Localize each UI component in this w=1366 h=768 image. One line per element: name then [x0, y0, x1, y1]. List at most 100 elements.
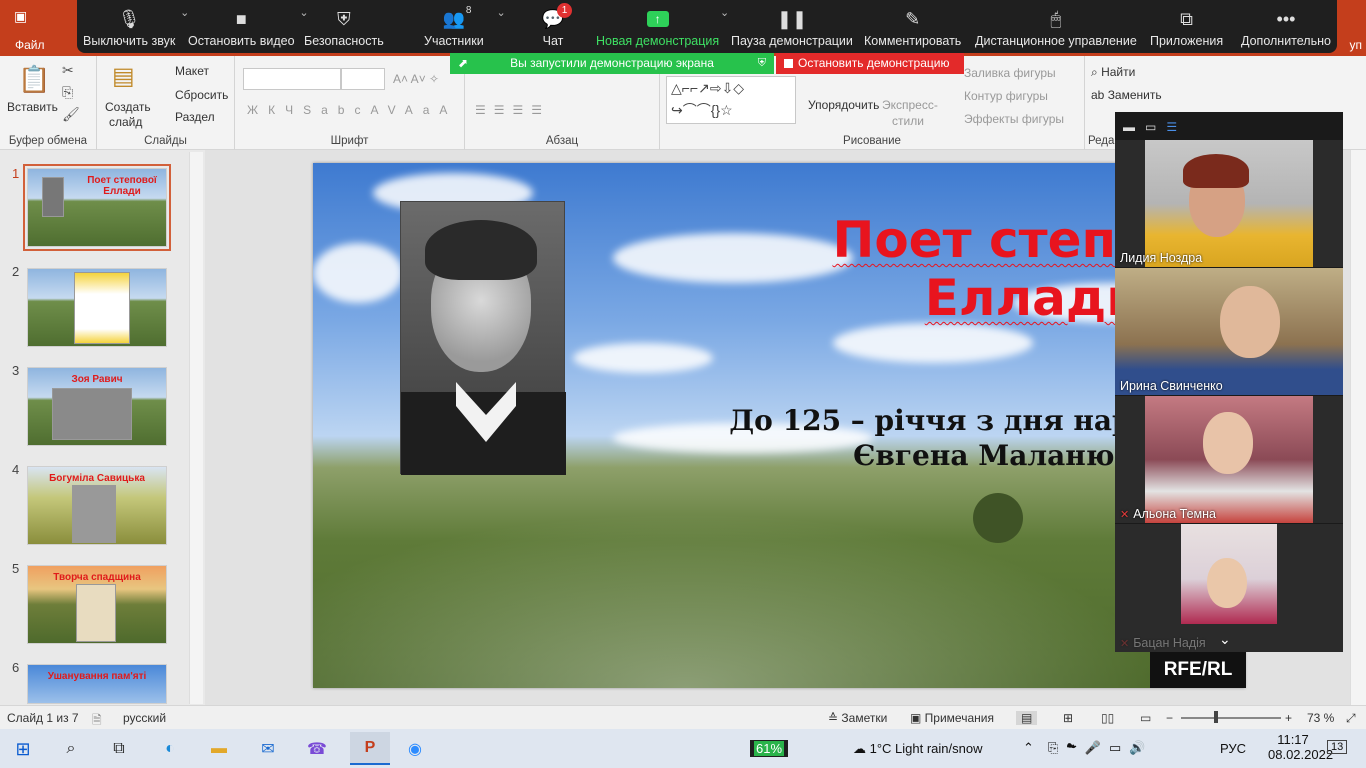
- muted-microphone-icon: ✕: [1120, 638, 1130, 650]
- reading-view-icon[interactable]: ▯▯: [1101, 711, 1114, 725]
- participant-tile[interactable]: Ирина Свинченко: [1115, 268, 1343, 395]
- slideshow-icon[interactable]: ▭: [1140, 711, 1151, 725]
- pause-share-button[interactable]: ❚❚ Пауза демонстрации: [731, 0, 853, 53]
- stop-video-button[interactable]: ■ Остановить видео ⌄: [188, 0, 309, 53]
- edge-browser-icon[interactable]: ◐: [157, 736, 183, 762]
- input-language[interactable]: РУС: [1220, 741, 1246, 756]
- windows-taskbar: ⊞ ⌕ ⧉ ◐ ▬ ✉ ☎ P ◉ 61% ☁ 1°C Light rain/s…: [0, 729, 1366, 768]
- stop-icon: [784, 59, 793, 68]
- chevron-down-icon[interactable]: ⌄: [497, 6, 506, 19]
- drawing-group-label: Рисование: [843, 135, 901, 147]
- thumbnail-portrait: [42, 177, 64, 217]
- slides-group: ▤ Создать слайд Макет Сбросить Раздел Сл…: [97, 56, 235, 150]
- language-indicator[interactable]: русский: [123, 711, 166, 725]
- slide-thumbnail-6[interactable]: Ушанування пам'яті: [27, 664, 167, 704]
- fit-slide-icon[interactable]: ⤢: [1346, 711, 1356, 726]
- replace-button[interactable]: ab Заменить: [1091, 88, 1162, 102]
- thumbnail-photo: [72, 485, 116, 543]
- layout-button[interactable]: Макет: [175, 64, 209, 78]
- restore-icon: ▭: [1145, 120, 1167, 134]
- slide-thumbnail-2[interactable]: [27, 268, 167, 347]
- chat-button[interactable]: 💬 1 Чат: [540, 0, 572, 53]
- zoom-in-icon[interactable]: +: [1285, 711, 1292, 725]
- find-button[interactable]: ⌕ Найти: [1091, 65, 1135, 80]
- participant-tile[interactable]: ✕ Бацан Надія ⌄: [1115, 524, 1343, 652]
- zoom-slider[interactable]: [1181, 717, 1281, 719]
- comments-button[interactable]: ▣ Примечания: [910, 711, 994, 725]
- windows-start-icon[interactable]: ⊞: [10, 736, 36, 762]
- tray-icons[interactable]: ⎘☁🎤▭🔊: [1048, 740, 1153, 756]
- new-slide-icon: ▤: [112, 63, 135, 90]
- current-slide[interactable]: Поет степової Еллади До 125 – річчя з дн…: [313, 163, 1245, 688]
- weather-widget[interactable]: ☁ 1°C Light rain/snow: [853, 741, 983, 757]
- section-button[interactable]: Раздел: [175, 110, 215, 124]
- slide-thumbnail-4[interactable]: Богуміла Савицька: [27, 466, 167, 545]
- security-button[interactable]: ⛨ Безопасность: [304, 0, 384, 53]
- quick-styles-button[interactable]: Экспресс-: [882, 98, 938, 112]
- file-explorer-icon[interactable]: ▬: [206, 736, 232, 762]
- participant-tile[interactable]: ✕ Альона Темна: [1115, 396, 1343, 523]
- zoom-out-icon[interactable]: −: [1166, 711, 1173, 725]
- save-icon[interactable]: ▣: [14, 8, 27, 25]
- portrait-photo[interactable]: [400, 201, 566, 475]
- font-format-buttons[interactable]: ЖКЧSabcAVAaA: [247, 103, 457, 117]
- normal-view-icon[interactable]: ▤: [1016, 711, 1038, 725]
- participant-name: Лидия Ноздра: [1120, 251, 1203, 265]
- chevron-down-icon[interactable]: ⌄: [1219, 631, 1231, 648]
- gallery-controls[interactable]: ▬▭☰: [1123, 120, 1187, 134]
- share-icon: ⬈: [458, 56, 469, 70]
- chevron-up-icon[interactable]: ⌃: [1023, 740, 1034, 756]
- participant-tile[interactable]: Лидия Ноздра: [1115, 140, 1343, 267]
- mute-button[interactable]: 🎙 Выключить звук ⌄: [83, 0, 189, 53]
- slide-thumbnail-pane: 1 Поет степової Еллади 2 3 Зоя Равич 4 Б…: [0, 150, 205, 705]
- clock[interactable]: 11:17 08.02.2022: [1268, 732, 1333, 762]
- slide-thumbnail-3[interactable]: Зоя Равич: [27, 367, 167, 446]
- powerpoint-taskbar-icon[interactable]: P: [350, 732, 390, 765]
- shape-effects-button[interactable]: Эффекты фигуры: [964, 112, 1064, 126]
- slide-thumbnail-1[interactable]: Поет степової Еллади: [23, 164, 171, 251]
- remote-control-button[interactable]: 🖱 Дистанционное управление: [975, 0, 1137, 53]
- slide-sorter-icon[interactable]: ⊞: [1063, 711, 1073, 725]
- shape-fill-button[interactable]: Заливка фигуры: [964, 66, 1056, 80]
- shapes-gallery[interactable]: △⌐⌐↗⇨⇩◇ ↪⌒⌒{}☆: [666, 76, 796, 124]
- more-button[interactable]: ••• Дополнительно: [1241, 0, 1331, 53]
- font-size-buttons[interactable]: A˄ A˅ ✧: [393, 72, 439, 86]
- file-tab[interactable]: Файл: [15, 38, 45, 52]
- stop-share-button[interactable]: Остановить демонстрацию: [776, 53, 964, 74]
- new-share-button[interactable]: ↑ Новая демонстрация ⌄: [596, 0, 729, 53]
- slide-thumbnail-5[interactable]: Творча спадщина: [27, 565, 167, 644]
- participants-button[interactable]: 👥 8 Участники ⌄: [424, 0, 506, 53]
- zoom-level[interactable]: 73 %: [1307, 711, 1334, 725]
- reset-button[interactable]: Сбросить: [175, 88, 228, 102]
- share-screen-icon: ↑: [645, 8, 671, 30]
- clipboard-group-label: Буфер обмена: [8, 135, 88, 147]
- slide-scrollbar[interactable]: [1350, 150, 1366, 705]
- share-tab-partial[interactable]: уп: [1350, 38, 1363, 52]
- font-name-field[interactable]: [243, 68, 341, 90]
- arrange-button[interactable]: Упорядочить: [808, 98, 879, 112]
- search-icon[interactable]: ⌕: [58, 736, 84, 762]
- font-size-field[interactable]: [341, 68, 385, 90]
- notes-button[interactable]: ≙ Заметки: [828, 711, 887, 725]
- zoom-slider-thumb[interactable]: [1214, 711, 1218, 723]
- alignment-buttons[interactable]: ☰☰☰☰: [475, 103, 550, 117]
- apps-button[interactable]: ⧉ Приложения: [1150, 0, 1223, 53]
- notifications-icon[interactable]: 13: [1327, 740, 1348, 754]
- annotate-button[interactable]: ✎ Комментировать: [864, 0, 961, 53]
- mail-icon[interactable]: ✉: [255, 736, 281, 762]
- shape-outline-button[interactable]: Контур фигуры: [964, 89, 1048, 103]
- paste-button[interactable]: Вставить: [7, 100, 58, 114]
- zoom-meeting-toolbar: 🎙 Выключить звук ⌄ ■ Остановить видео ⌄ …: [77, 0, 1337, 53]
- viber-icon[interactable]: ☎: [304, 736, 330, 762]
- share-status-banner: ⬈ Вы запустили демонстрацию экрана ⛨: [450, 53, 774, 74]
- copy-icon[interactable]: ⎘: [62, 84, 73, 101]
- zoom-app-icon[interactable]: ◉: [402, 736, 428, 762]
- new-slide-button[interactable]: Создать: [105, 100, 151, 114]
- chevron-down-icon[interactable]: ⌄: [720, 6, 729, 19]
- status-bar: Слайд 1 из 7 🗎 русский ≙ Заметки ▣ Приме…: [0, 705, 1366, 729]
- thumbnail-scrollbar[interactable]: [189, 152, 203, 704]
- cut-icon[interactable]: ✂: [62, 62, 74, 79]
- format-painter-icon[interactable]: 🖌: [62, 106, 80, 123]
- new-slide-label-2: слайд: [109, 115, 143, 129]
- task-view-icon[interactable]: ⧉: [106, 736, 132, 762]
